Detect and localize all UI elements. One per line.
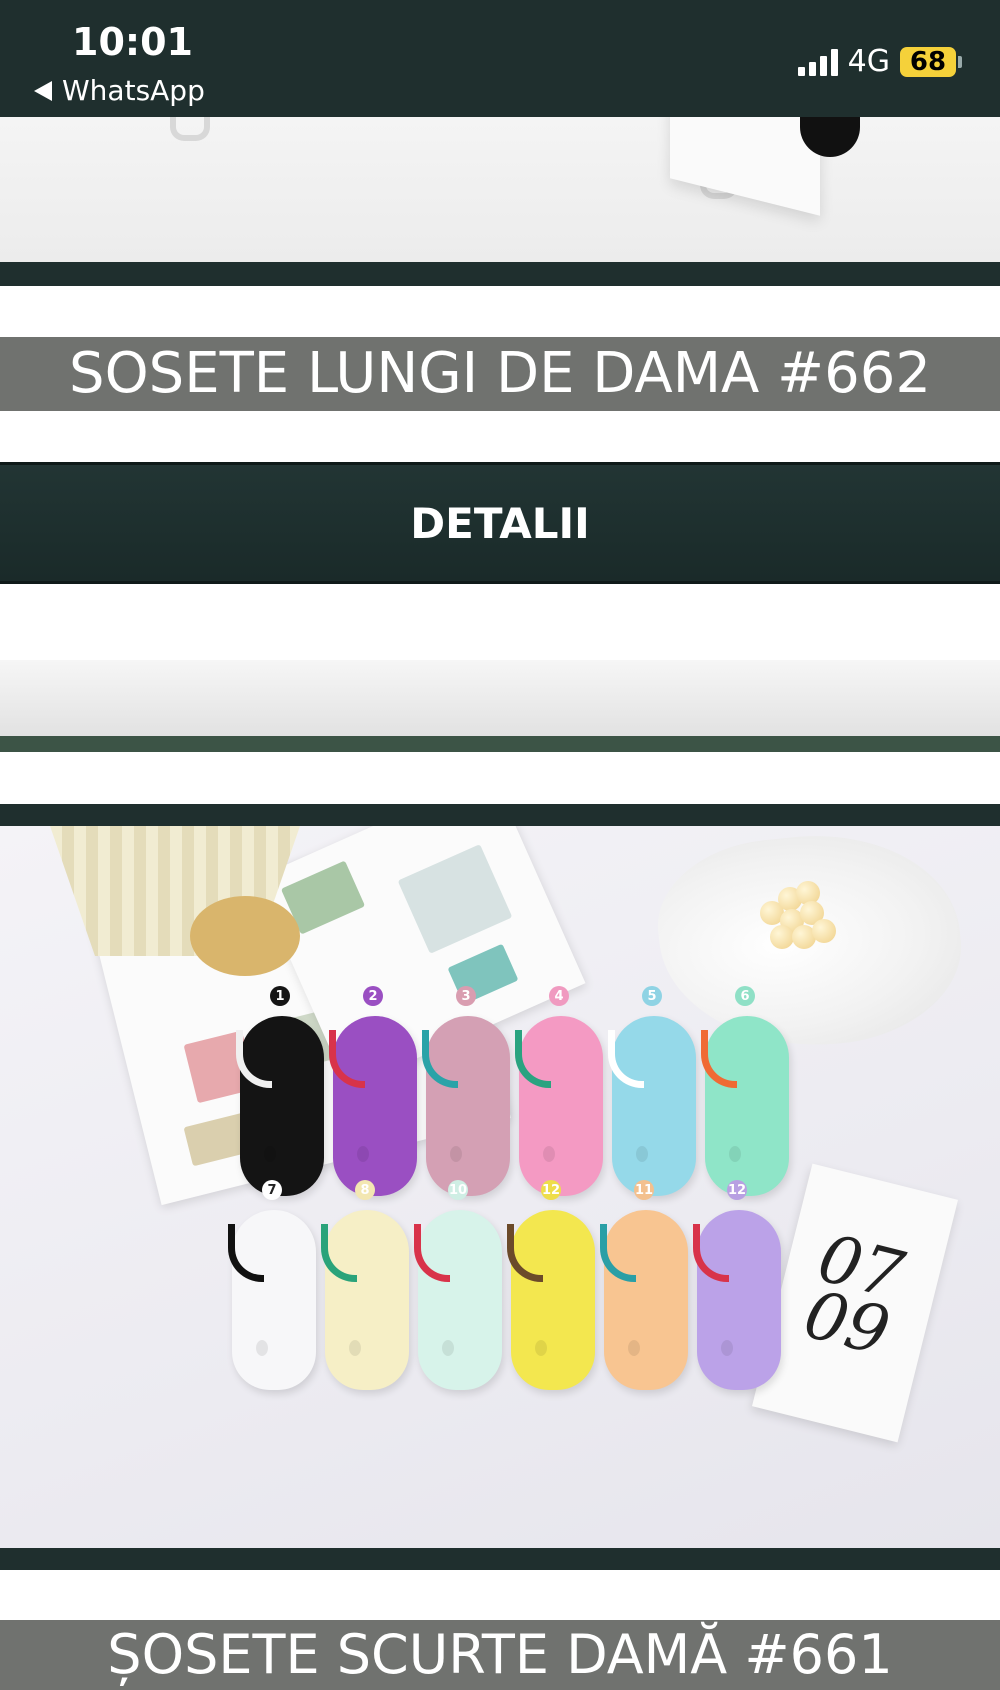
card-text: 07 09: [796, 1219, 911, 1371]
sock-image: [329, 1016, 417, 1196]
sock-number-label: 5: [642, 986, 662, 1006]
divider: [0, 736, 1000, 752]
sock-number-label: 8: [355, 1180, 375, 1200]
sock-image: [608, 1016, 696, 1196]
sock-image: [701, 1016, 789, 1196]
details-button[interactable]: DETALII: [0, 462, 1000, 584]
signal-icon: [797, 48, 838, 76]
sock-image: [515, 1016, 603, 1196]
sock-number-label: 7: [262, 1180, 282, 1200]
sock-number-label: 12: [541, 1180, 561, 1200]
sock-image: [507, 1210, 595, 1390]
sock-number-label: 1: [270, 986, 290, 1006]
divider: [0, 804, 1000, 826]
sock-number-label: 4: [549, 986, 569, 1006]
back-to-app-link[interactable]: WhatsApp: [34, 74, 205, 107]
status-time: 10:01: [72, 20, 193, 64]
lamp-base-image: [190, 896, 300, 976]
sock-number-label: 10: [448, 1180, 468, 1200]
white-sock-image: [670, 117, 820, 216]
sock-image: [228, 1210, 316, 1390]
divider: [0, 1548, 1000, 1570]
sock-number-label: 3: [456, 986, 476, 1006]
product-title-662: SOSETE LUNGI DE DAMA #662: [0, 337, 1000, 411]
product-image-top[interactable]: [0, 117, 1000, 262]
network-type: 4G: [847, 44, 890, 79]
sock-number-label: 12: [727, 1180, 747, 1200]
product-title-661: ȘOSETE SCURTE DAMĂ #661: [0, 1620, 1000, 1690]
sock-image: [321, 1210, 409, 1390]
status-bar: 10:01 WhatsApp 4G 68: [0, 0, 1000, 117]
sock-number-label: 11: [634, 1180, 654, 1200]
number-card: 07 09: [751, 1163, 959, 1443]
sock-image: [600, 1210, 688, 1390]
battery-icon: 68: [900, 46, 962, 77]
back-arrow-icon: [34, 80, 52, 101]
sock-image: [422, 1016, 510, 1196]
sock-image: [693, 1210, 781, 1390]
product-image-661[interactable]: 07 09 1 2 3 4 5 6 7 8 10 12 11 12: [0, 826, 1000, 1548]
sock-number-label: 6: [735, 986, 755, 1006]
sock-image: [236, 1016, 324, 1196]
back-app-label: WhatsApp: [62, 74, 205, 107]
status-indicators: 4G 68: [797, 44, 962, 79]
hanger-hook-icon: [170, 117, 210, 141]
sock-number-label: 2: [363, 986, 383, 1006]
battery-level: 68: [900, 46, 956, 77]
divider: [0, 262, 1000, 286]
sock-image: [414, 1210, 502, 1390]
divider: [0, 660, 1000, 736]
